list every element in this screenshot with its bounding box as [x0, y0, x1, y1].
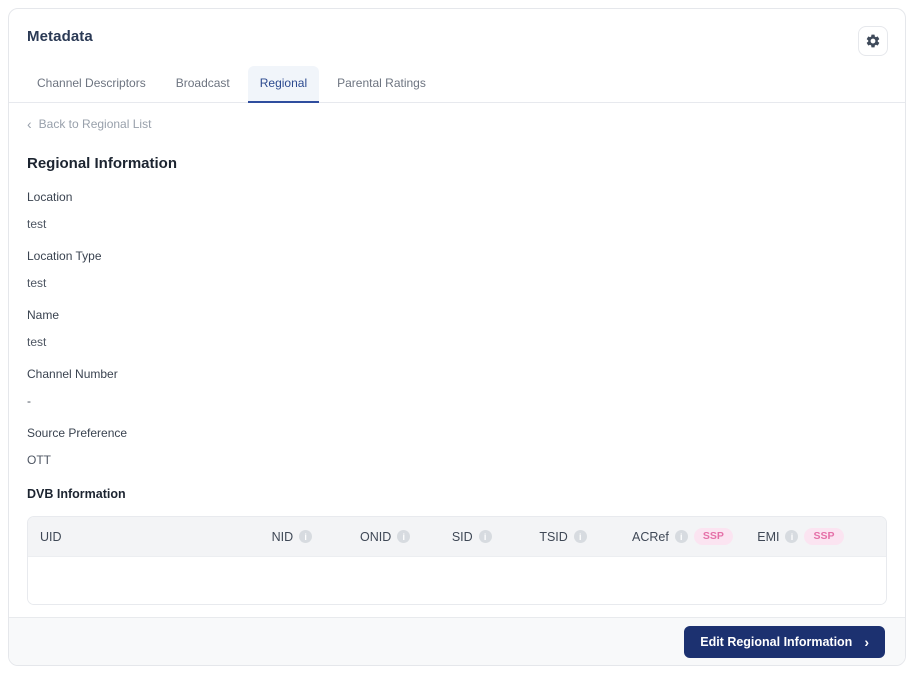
tab-bar: Channel Descriptors Broadcast Regional P… [9, 66, 905, 103]
regional-information-heading: Regional Information [27, 155, 177, 172]
column-label: EMI [757, 529, 780, 544]
info-icon[interactable]: i [397, 530, 411, 543]
column-label: SID [451, 529, 473, 544]
info-icon[interactable]: i [573, 530, 587, 543]
field-value: OTT [27, 453, 51, 467]
ssp-badge: SSP [693, 528, 733, 545]
settings-button[interactable] [858, 26, 888, 56]
dvb-table-empty-body [28, 557, 886, 604]
field-label: Location Type [27, 249, 102, 263]
metadata-card: Metadata Channel Descriptors Broadcast R… [8, 8, 906, 666]
column-header-nid: NID i [260, 530, 348, 544]
field-label: Location [27, 190, 73, 204]
page-title: Metadata [27, 28, 93, 45]
dvb-information-heading: DVB Information [27, 487, 126, 501]
regional-content: ‹ Back to Regional List Regional Informa… [9, 103, 905, 605]
column-label: ONID [360, 529, 392, 544]
edit-regional-information-button[interactable]: Edit Regional Information › [684, 625, 885, 658]
info-icon[interactable]: i [785, 530, 799, 543]
column-label: TSID [539, 529, 568, 544]
tab-channel-descriptors[interactable]: Channel Descriptors [25, 66, 158, 103]
column-header-onid: ONID i [348, 530, 440, 544]
field-value: test [27, 217, 47, 231]
column-header-tsid: TSID i [527, 530, 620, 544]
info-icon[interactable]: i [674, 530, 688, 543]
chevron-right-icon: › [864, 633, 869, 650]
tab-regional[interactable]: Regional [247, 66, 320, 103]
gear-icon [865, 33, 881, 49]
column-header-sid: SID i [440, 530, 528, 544]
column-label: NID [271, 529, 294, 544]
edit-button-label: Edit Regional Information [700, 634, 853, 649]
back-link-label: Back to Regional List [38, 117, 152, 131]
field-value: test [27, 335, 47, 349]
field-value: test [27, 276, 47, 290]
ssp-badge: SSP [804, 528, 844, 545]
info-icon[interactable]: i [478, 530, 492, 543]
card-footer: Edit Regional Information › [9, 617, 905, 665]
field-location: Location test [27, 190, 887, 231]
dvb-table: UID NID i ONID i SID i TSID i ACRef i SS… [27, 516, 887, 605]
column-label: ACRef [631, 529, 669, 544]
field-channel-number: Channel Number - [27, 367, 887, 408]
chevron-left-icon: ‹ [27, 116, 32, 132]
field-source-preference: Source Preference OTT [27, 426, 887, 467]
card-header: Metadata [9, 9, 905, 56]
column-header-uid: UID [28, 530, 260, 544]
column-label: UID [40, 529, 62, 544]
dvb-table-header: UID NID i ONID i SID i TSID i ACRef i SS… [28, 517, 886, 557]
field-location-type: Location Type test [27, 249, 887, 290]
field-label: Name [27, 308, 60, 322]
field-name: Name test [27, 308, 887, 349]
field-label: Source Preference [27, 426, 128, 440]
tab-parental-ratings[interactable]: Parental Ratings [325, 66, 438, 103]
tab-broadcast[interactable]: Broadcast [164, 66, 242, 103]
field-label: Channel Number [27, 367, 118, 381]
column-header-emi: EMI i SSP [745, 528, 886, 545]
info-icon[interactable]: i [299, 530, 313, 543]
column-header-acref: ACRef i SSP [620, 528, 745, 545]
back-to-regional-list-link[interactable]: ‹ Back to Regional List [27, 117, 151, 131]
field-value: - [27, 394, 31, 408]
